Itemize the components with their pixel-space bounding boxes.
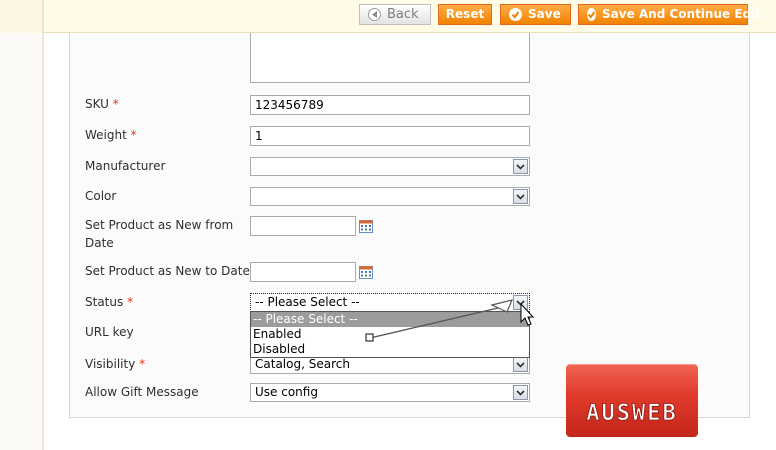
manufacturer-label: Manufacturer — [85, 159, 166, 173]
status-dropdown-list: -- Please Select -- Enabled Disabled — [250, 311, 530, 358]
chevron-down-icon[interactable] — [513, 159, 528, 174]
checkmark-icon — [587, 8, 596, 21]
chevron-down-icon[interactable] — [513, 385, 528, 400]
calendar-icon[interactable] — [359, 219, 373, 233]
visibility-label: Visibility * — [85, 357, 146, 371]
status-option-disabled[interactable]: Disabled — [251, 342, 529, 357]
required-mark: * — [112, 97, 119, 111]
left-sidebar-strip — [0, 0, 44, 450]
gift-message-select[interactable]: Use config — [250, 383, 530, 402]
weight-label: Weight * — [85, 128, 137, 142]
top-toolbar: Back Reset Save Save And Continue Edit — [0, 0, 776, 33]
chevron-down-icon[interactable] — [513, 295, 528, 310]
toolbar-left-cap — [0, 0, 44, 33]
status-select[interactable]: -- Please Select -- — [250, 293, 530, 312]
back-button[interactable]: Back — [359, 4, 431, 25]
new-to-date-input[interactable] — [250, 262, 356, 282]
color-label: Color — [85, 189, 117, 203]
status-option-enabled[interactable]: Enabled — [251, 327, 529, 342]
reset-button-label: Reset — [445, 7, 485, 21]
required-mark: * — [127, 295, 134, 309]
color-select[interactable] — [250, 187, 530, 206]
new-to-date-label: Set Product as New to Date — [85, 264, 250, 278]
save-button-label: Save — [528, 7, 561, 21]
required-mark: * — [130, 128, 137, 142]
required-mark: * — [139, 357, 146, 371]
calendar-icon[interactable] — [359, 265, 373, 279]
new-from-date-input[interactable] — [250, 216, 356, 236]
chevron-down-icon[interactable] — [513, 189, 528, 204]
status-label: Status * — [85, 295, 134, 309]
weight-input[interactable]: 1 — [250, 126, 530, 146]
ausweb-logo-graphic: AUSWEB — [586, 401, 677, 427]
reset-button[interactable]: Reset — [438, 4, 492, 25]
status-option-please-select[interactable]: -- Please Select -- — [251, 312, 529, 327]
save-and-continue-button[interactable]: Save And Continue Edit — [578, 4, 761, 25]
sku-input[interactable]: 123456789 — [250, 95, 530, 115]
chevron-down-icon[interactable] — [513, 357, 528, 372]
checkmark-icon — [509, 8, 522, 21]
gift-message-label: Allow Gift Message — [85, 385, 199, 399]
save-and-continue-button-label: Save And Continue Edit — [602, 7, 761, 21]
manufacturer-select[interactable] — [250, 157, 530, 176]
sku-label: SKU * — [85, 97, 119, 111]
ausweb-logo: AUSWEB — [566, 364, 698, 437]
back-button-label: Back — [387, 7, 419, 22]
description-textarea[interactable] — [250, 33, 530, 83]
url-key-label: URL key — [85, 325, 134, 339]
save-button[interactable]: Save — [500, 4, 571, 25]
back-arrow-icon — [368, 8, 381, 21]
svg-text:AUSWEB: AUSWEB — [586, 401, 677, 426]
new-from-date-label: Set Product as New from Date — [85, 218, 234, 250]
